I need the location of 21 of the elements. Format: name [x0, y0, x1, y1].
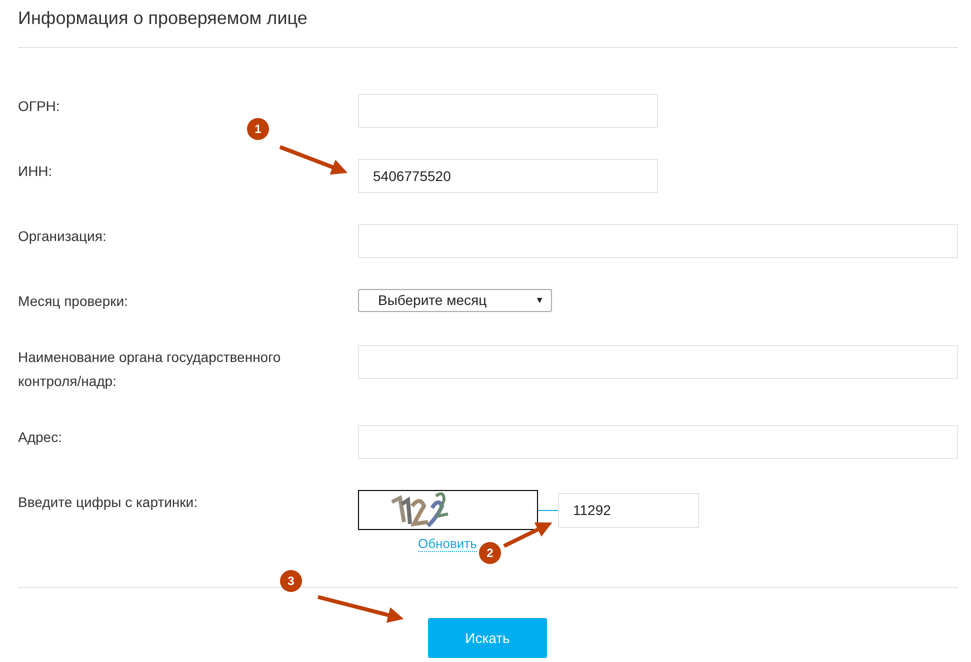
field-label: Введите цифры с картинки:: [18, 494, 198, 510]
caret-icon: ▼: [535, 294, 544, 308]
field-label: Адрес:: [18, 429, 62, 445]
step-badge: 2: [479, 542, 501, 564]
input-field[interactable]: [358, 345, 958, 379]
input-field[interactable]: 11292: [558, 492, 699, 528]
field-label: ИНН:: [18, 163, 52, 179]
input-field[interactable]: [358, 224, 958, 258]
input-field[interactable]: [358, 425, 958, 459]
input-field[interactable]: [358, 94, 658, 128]
field-label: ОГРН:: [18, 98, 60, 114]
step-badge: 3: [280, 570, 302, 592]
input-field[interactable]: 5406775520: [358, 159, 658, 193]
step-badge: 1: [247, 118, 269, 140]
field-label: Организация:: [18, 228, 106, 244]
month-dropdown[interactable]: Выберите месяц ▼: [358, 289, 552, 312]
arrow: [279, 145, 348, 175]
section-title: Информация о проверяемом лице: [18, 7, 308, 30]
field-label: Месяц проверки:: [18, 293, 128, 309]
arrow: [503, 522, 552, 548]
field-label: Наименование органа государственного контроля/надр:: [18, 349, 281, 389]
